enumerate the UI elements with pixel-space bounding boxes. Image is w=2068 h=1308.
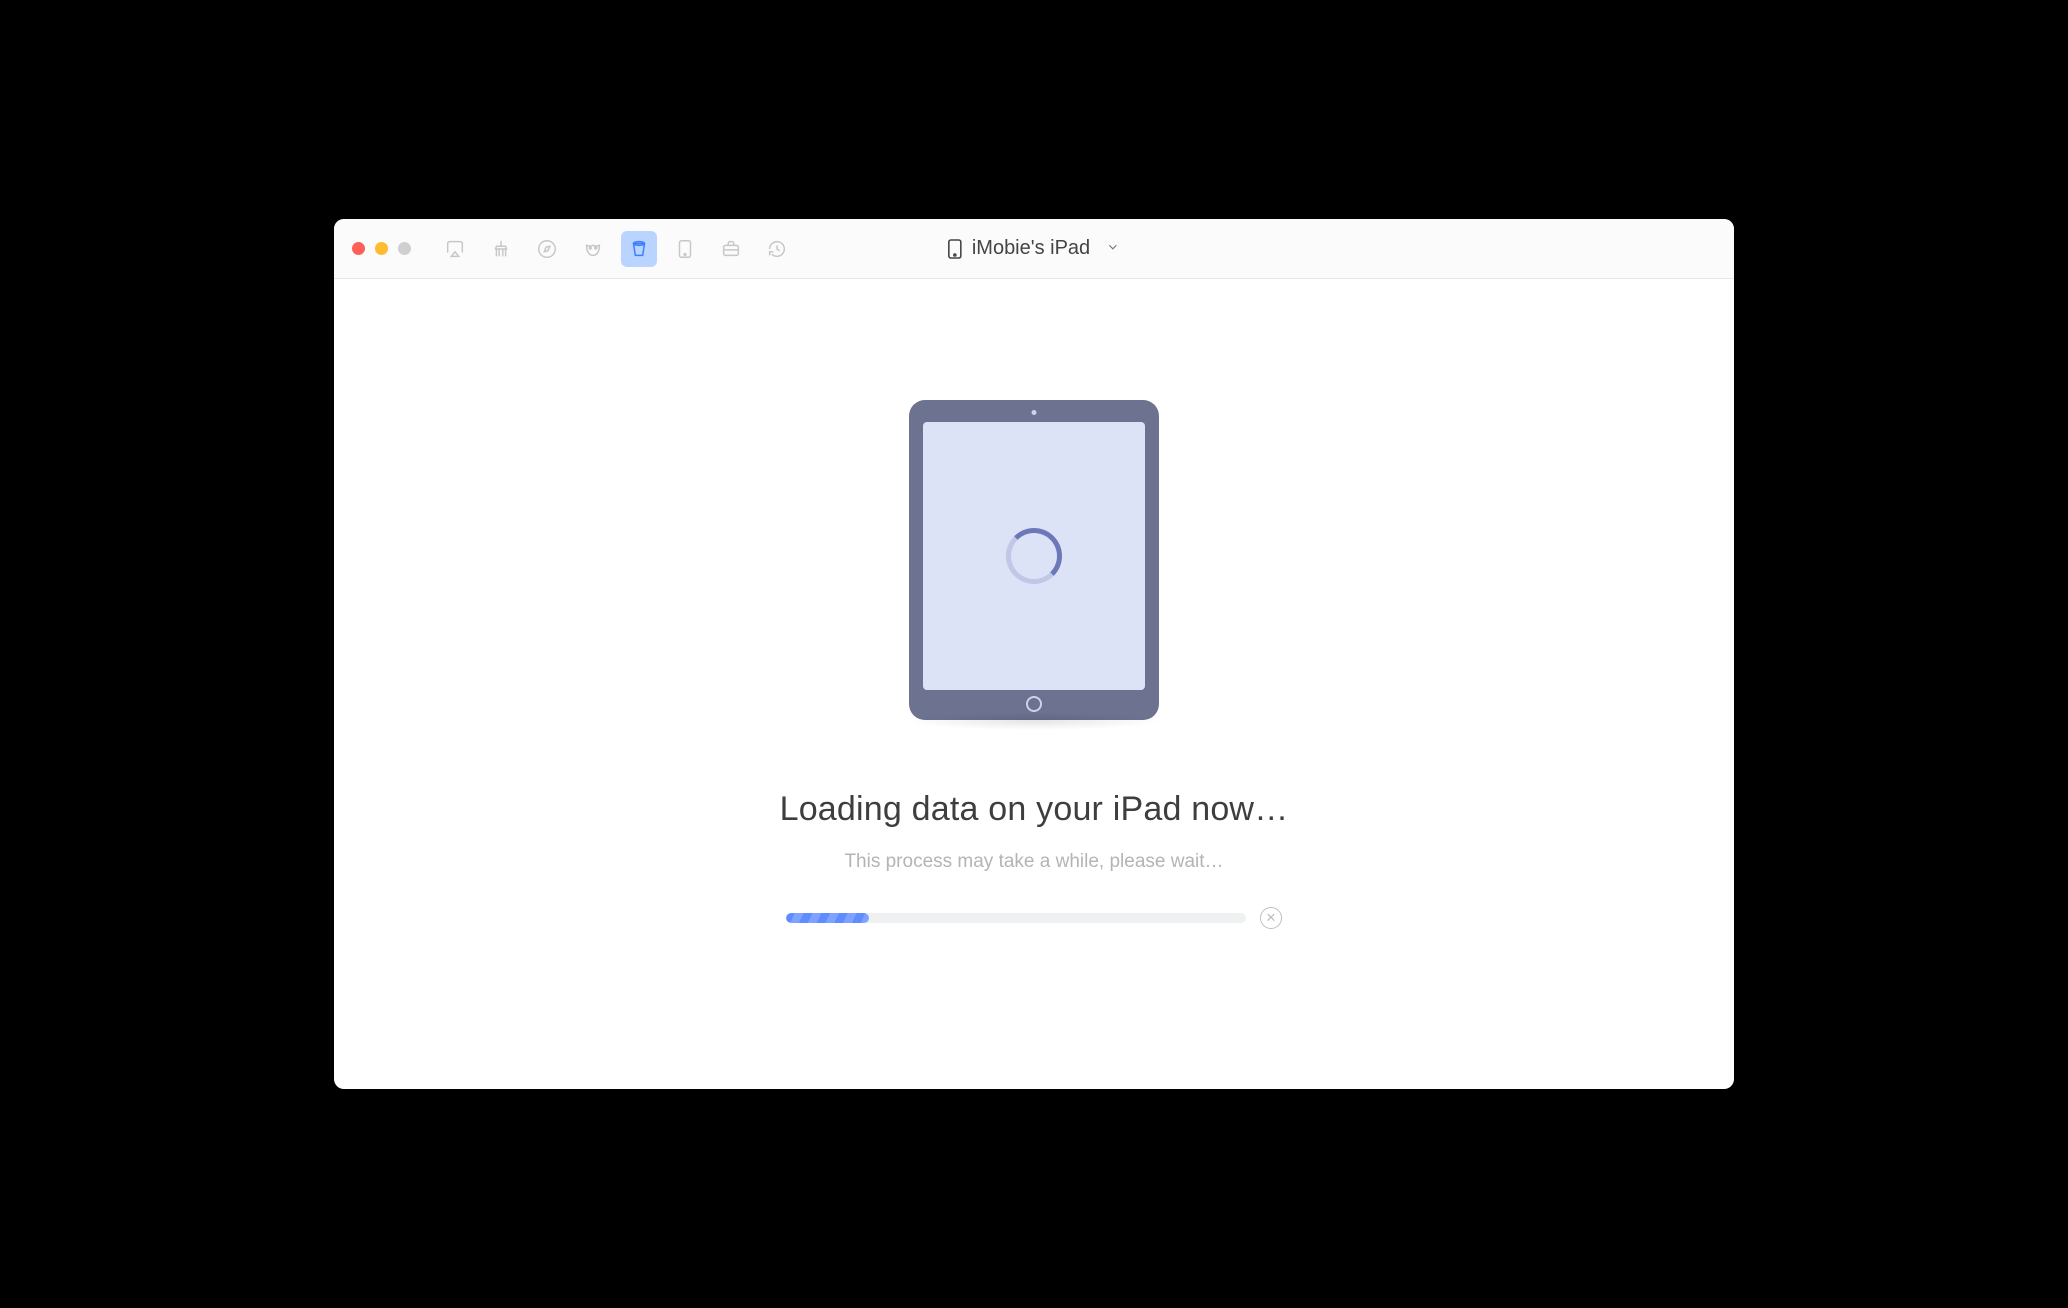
ipad-illustration (909, 400, 1159, 720)
bucket-icon[interactable] (621, 231, 657, 267)
ipad-home-button-icon (1026, 696, 1042, 712)
chevron-down-icon (1106, 237, 1120, 260)
titlebar: iMobie's iPad (334, 219, 1734, 279)
device-icon (948, 239, 962, 259)
close-window-button[interactable] (352, 242, 365, 255)
progress-fill (786, 913, 869, 923)
cancel-button[interactable] (1260, 907, 1282, 929)
ipad-screen (923, 422, 1145, 690)
traffic-lights (352, 242, 411, 255)
loading-title: Loading data on your iPad now… (780, 790, 1289, 829)
history-icon[interactable] (759, 231, 795, 267)
mask-icon[interactable] (575, 231, 611, 267)
app-window: iMobie's iPad Loading data on your iPad … (334, 219, 1734, 1089)
briefcase-icon[interactable] (713, 231, 749, 267)
device-selector[interactable]: iMobie's iPad (948, 237, 1120, 260)
device-name: iMobie's iPad (972, 237, 1090, 260)
loading-subtitle: This process may take a while, please wa… (844, 851, 1223, 873)
ipad-camera-icon (1032, 410, 1037, 415)
cleanup-icon[interactable] (483, 231, 519, 267)
loading-spinner-icon (1006, 528, 1062, 584)
ipad-device-icon (909, 400, 1159, 720)
minimize-window-button[interactable] (375, 242, 388, 255)
progress-row (786, 907, 1282, 929)
zoom-window-button[interactable] (398, 242, 411, 255)
progress-bar (786, 913, 1246, 923)
ipad-shadow (904, 712, 1164, 730)
toolbar (437, 231, 795, 267)
compass-icon[interactable] (529, 231, 565, 267)
main-content: Loading data on your iPad now… This proc… (334, 279, 1734, 1089)
tablet-icon[interactable] (667, 231, 703, 267)
airplay-icon[interactable] (437, 231, 473, 267)
